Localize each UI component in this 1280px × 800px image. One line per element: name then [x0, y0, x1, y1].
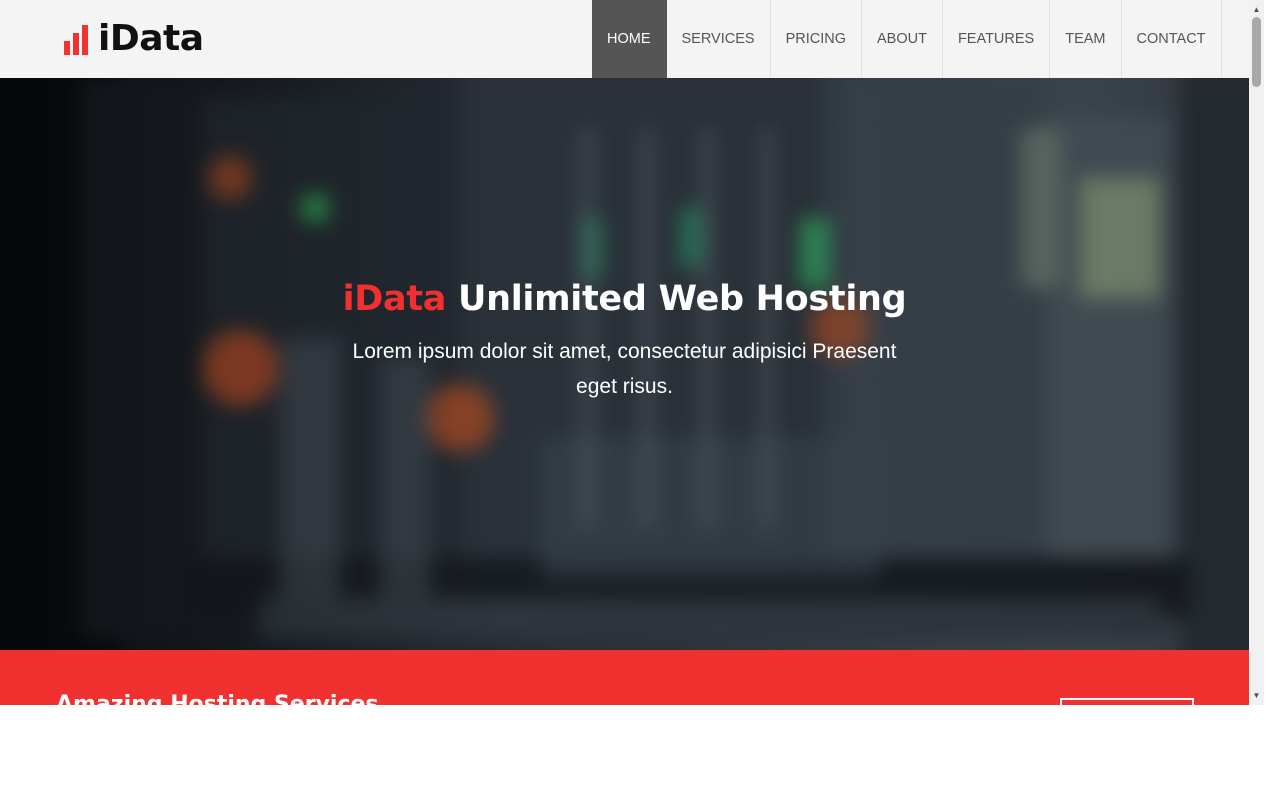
scroll-up-arrow-icon[interactable]: ▲ — [1249, 2, 1264, 17]
nav-item-about[interactable]: ABOUT — [862, 0, 943, 78]
hero-section: iData Unlimited Web Hosting Lorem ipsum … — [0, 78, 1249, 650]
logo-text: iData — [98, 18, 204, 59]
services-band-button[interactable] — [1060, 698, 1194, 705]
page-scrollbar[interactable]: ▲ ▼ — [1249, 0, 1264, 705]
main-nav: HOME SERVICES PRICING ABOUT FEATURES TEA… — [592, 0, 1222, 78]
nav-item-features[interactable]: FEATURES — [943, 0, 1051, 78]
nav-item-pricing[interactable]: PRICING — [771, 0, 862, 78]
hero-content: iData Unlimited Web Hosting Lorem ipsum … — [0, 276, 1249, 404]
site-logo[interactable]: iData — [64, 20, 204, 58]
nav-item-services[interactable]: SERVICES — [667, 0, 771, 78]
browser-viewport: iData HOME SERVICES PRICING ABOUT FEATUR… — [0, 0, 1264, 705]
nav-item-team[interactable]: TEAM — [1050, 0, 1122, 78]
scroll-down-arrow-icon[interactable]: ▼ — [1249, 688, 1264, 703]
nav-item-home[interactable]: HOME — [592, 0, 667, 78]
scrollbar-thumb[interactable] — [1252, 17, 1261, 87]
services-band-title: Amazing Hosting Services — [56, 692, 379, 705]
hero-subtitle: Lorem ipsum dolor sit amet, consectetur … — [352, 340, 897, 398]
site-header: iData HOME SERVICES PRICING ABOUT FEATUR… — [0, 0, 1249, 78]
hero-title: iData Unlimited Web Hosting — [0, 276, 1249, 322]
services-band: Amazing Hosting Services — [0, 650, 1249, 705]
bar-chart-icon — [64, 25, 90, 55]
hero-title-accent: iData — [342, 279, 447, 319]
hero-title-rest: Unlimited Web Hosting — [458, 279, 907, 319]
nav-item-contact[interactable]: CONTACT — [1122, 0, 1222, 78]
